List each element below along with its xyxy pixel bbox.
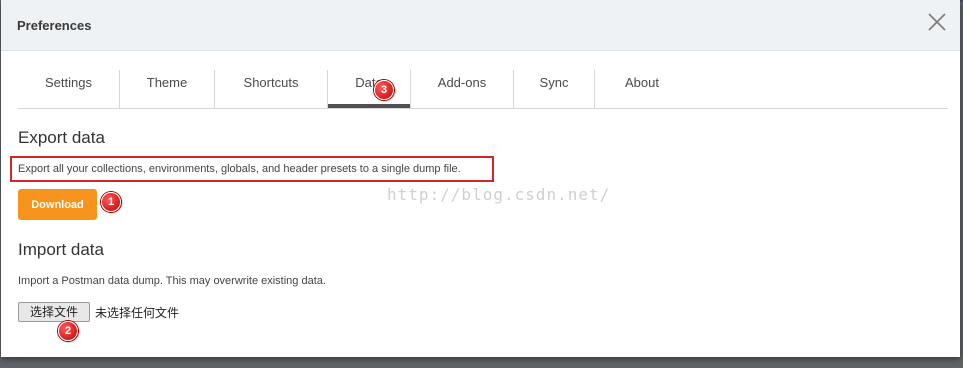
- dialog-header: Preferences: [1, 0, 960, 51]
- tab-sync[interactable]: Sync: [514, 70, 594, 106]
- annotation-marker-3: 3: [374, 80, 394, 100]
- preferences-tabs: Settings Theme Shortcuts Data Add-ons Sy…: [18, 60, 948, 109]
- tab-settings[interactable]: Settings: [18, 70, 119, 106]
- annotation-marker-2: 2: [58, 321, 78, 341]
- annotation-highlight-box: [10, 156, 494, 182]
- close-icon[interactable]: [927, 12, 947, 32]
- export-section-title: Export data: [18, 128, 105, 147]
- annotation-marker-1: 1: [101, 192, 121, 212]
- preferences-dialog: Preferences Settings Theme Shortcuts Dat…: [1, 0, 960, 357]
- file-status-text: 未选择任何文件: [95, 306, 180, 320]
- choose-file-button[interactable]: 选择文件: [18, 302, 90, 322]
- watermark-text: http://blog.csdn.net/: [387, 185, 611, 204]
- tab-shortcuts[interactable]: Shortcuts: [215, 70, 327, 106]
- tab-data[interactable]: Data: [328, 70, 410, 106]
- import-description: Import a Postman data dump. This may ove…: [18, 275, 326, 287]
- tab-add-ons[interactable]: Add-ons: [411, 70, 513, 106]
- tab-theme[interactable]: Theme: [120, 70, 214, 106]
- active-tab-indicator: [328, 104, 410, 108]
- download-button[interactable]: Download: [18, 189, 97, 220]
- import-section-title: Import data: [18, 240, 104, 259]
- tab-about[interactable]: About: [595, 70, 689, 106]
- dialog-title: Preferences: [17, 18, 92, 33]
